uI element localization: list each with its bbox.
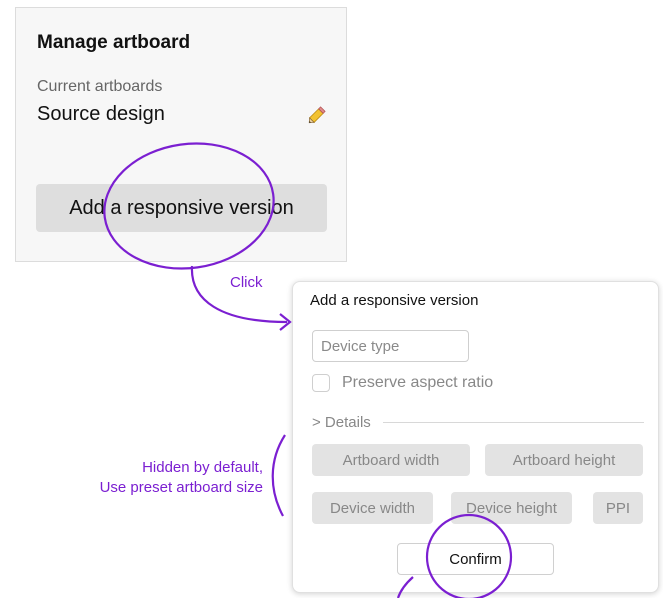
preserve-aspect-ratio-label: Preserve aspect ratio: [342, 374, 494, 391]
annotation-line-2: Use preset artboard size: [99, 479, 263, 496]
ppi-field[interactable]: PPI: [593, 492, 643, 524]
divider: [382, 422, 644, 423]
device-type-input[interactable]: [312, 330, 469, 362]
details-toggle[interactable]: > Details: [312, 414, 371, 431]
panel-title: Manage artboard: [37, 32, 191, 53]
click-annotation: Click: [230, 274, 263, 291]
preserve-aspect-ratio-row[interactable]: Preserve aspect ratio: [312, 374, 493, 392]
arrowhead-icon: [279, 313, 292, 331]
current-artboards-label: Current artboards: [37, 78, 163, 95]
add-responsive-version-dialog: Add a responsive version Preserve aspect…: [292, 281, 659, 593]
annotation-line-1: Hidden by default,: [142, 459, 263, 476]
hidden-by-default-annotation: Hidden by default, Use preset artboard s…: [100, 458, 263, 498]
device-height-field[interactable]: Device height: [451, 492, 572, 524]
confirm-button[interactable]: Confirm: [397, 543, 554, 575]
add-responsive-version-button[interactable]: Add a responsive version: [36, 184, 327, 232]
manage-artboard-panel: Manage artboard Current artboards Source…: [15, 7, 347, 262]
device-width-field[interactable]: Device width: [312, 492, 433, 524]
dialog-title: Add a responsive version: [310, 292, 479, 309]
artboard-height-field[interactable]: Artboard height: [485, 444, 643, 476]
current-artboard-name: Source design: [37, 103, 165, 125]
artboard-width-field[interactable]: Artboard width: [312, 444, 470, 476]
bracket-annotation: [271, 434, 286, 517]
preserve-aspect-ratio-checkbox[interactable]: [312, 374, 330, 392]
details-toggle-row: > Details: [312, 414, 644, 431]
pencil-icon[interactable]: [306, 104, 328, 126]
